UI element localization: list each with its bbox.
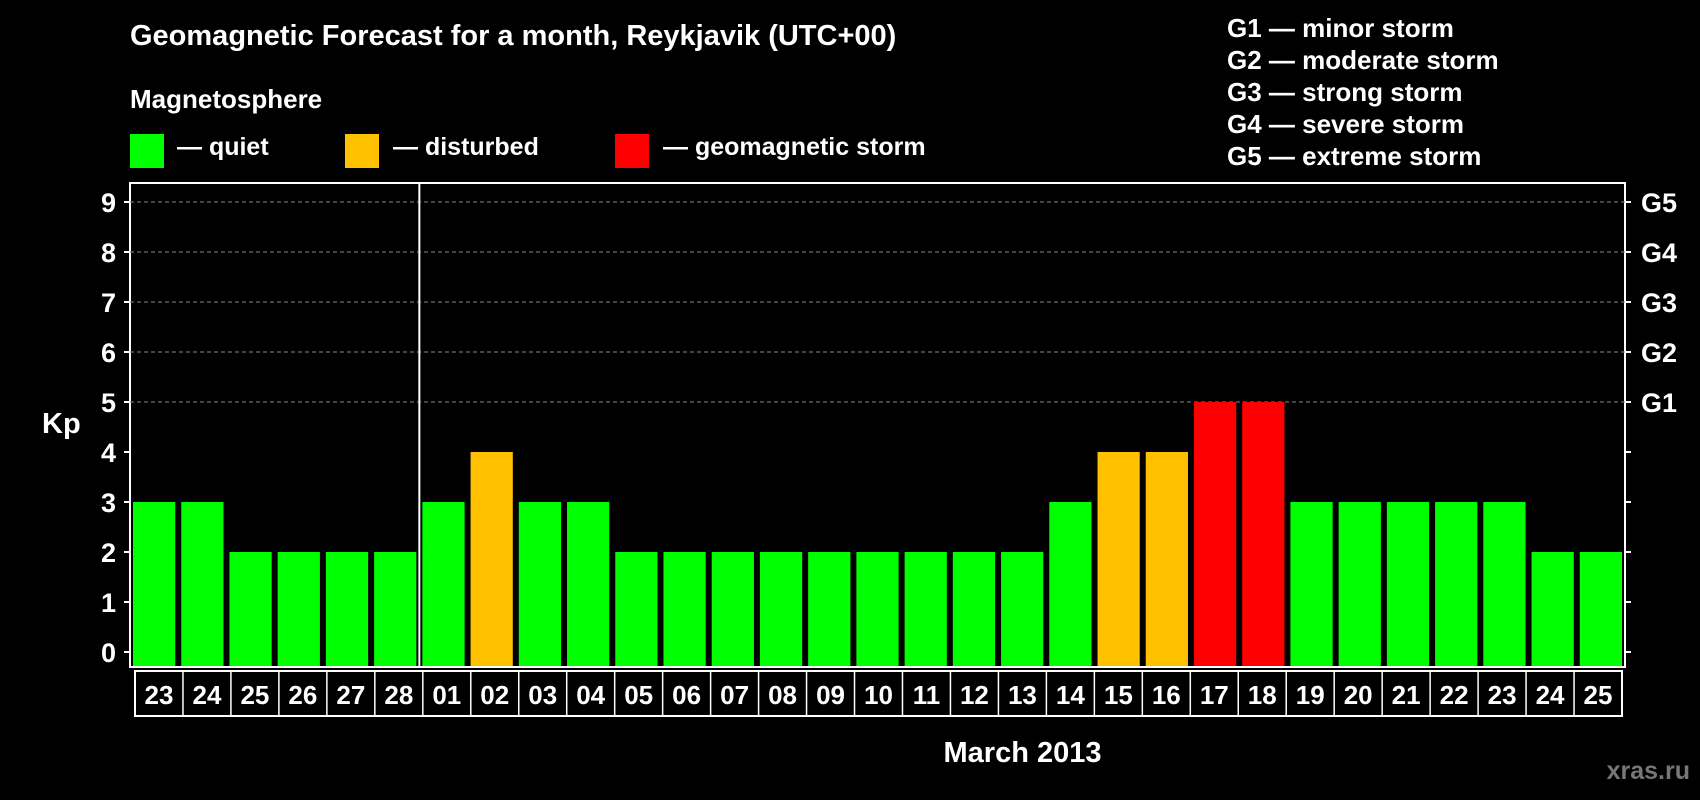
x-tick-label: 15 (1104, 680, 1133, 710)
x-tick-label: 25 (1584, 680, 1613, 710)
x-tick-label: 08 (768, 680, 797, 710)
g-axis-label: G4 (1641, 238, 1677, 268)
kp-bar (1579, 552, 1622, 666)
x-tick-label: 24 (1536, 680, 1565, 710)
x-tick-label: 23 (145, 680, 174, 710)
g-axis-label: G2 (1641, 338, 1677, 368)
y-tick-label: 1 (101, 588, 116, 618)
kp-bar (1242, 402, 1285, 666)
y-tick-label: 2 (101, 538, 116, 568)
x-tick-label: 04 (576, 680, 605, 710)
kp-bar (470, 452, 513, 666)
x-tick-label: 16 (1152, 680, 1181, 710)
g-axis-label: G3 (1641, 288, 1677, 318)
x-tick-label: 02 (480, 680, 509, 710)
x-tick-label: 24 (192, 680, 221, 710)
x-tick-label: 17 (1200, 680, 1229, 710)
kp-bar (808, 552, 851, 666)
kp-bar (1386, 502, 1430, 666)
kp-bar (1193, 402, 1237, 666)
x-tick-label: 10 (864, 680, 893, 710)
g-axis-label: G5 (1641, 188, 1677, 218)
y-tick-label: 5 (101, 388, 116, 418)
g-axis-label: G1 (1641, 388, 1677, 418)
kp-bar (181, 502, 224, 666)
kp-bar (1145, 452, 1188, 666)
y-tick-label: 7 (101, 288, 116, 318)
kp-bar (1097, 452, 1140, 666)
kp-bar (1049, 502, 1092, 666)
x-tick-label: 21 (1392, 680, 1421, 710)
y-tick-label: 4 (101, 438, 116, 468)
kp-bar-chart: 0123456789G1G2G3G4G523 24 25 26 27 28 01 02 03 04… (101, 182, 1677, 717)
x-tick-label: 09 (816, 680, 845, 710)
kp-bar (711, 552, 754, 666)
y-tick-label: 8 (101, 238, 116, 268)
kp-bar (952, 552, 996, 666)
x-tick-label: 26 (288, 680, 317, 710)
x-tick-label: 13 (1008, 680, 1037, 710)
y-tick-label: 3 (101, 488, 116, 518)
x-tick-label: 14 (1056, 680, 1085, 710)
x-tick-label: 06 (672, 680, 701, 710)
kp-bar (1483, 502, 1526, 666)
kp-bar (1001, 552, 1044, 666)
kp-bar (229, 552, 272, 666)
x-tick-label: 19 (1296, 680, 1325, 710)
kp-bar (325, 552, 369, 666)
x-tick-label: 28 (384, 680, 413, 710)
x-tick-label: 12 (960, 680, 989, 710)
kp-bar (422, 502, 465, 666)
x-tick-label: 27 (336, 680, 365, 710)
x-tick-label: 22 (1440, 680, 1469, 710)
kp-bar (663, 552, 706, 666)
x-tick-label: 07 (720, 680, 749, 710)
kp-bar (1531, 552, 1574, 666)
watermark: xras.ru (1606, 757, 1690, 785)
y-tick-label: 0 (101, 638, 116, 668)
x-tick-label: 18 (1248, 680, 1277, 710)
kp-bar (1338, 502, 1381, 666)
kp-bar (133, 502, 176, 666)
kp-bar (374, 552, 417, 666)
kp-bar (615, 552, 658, 666)
x-tick-label: 23 (1488, 680, 1517, 710)
x-tick-label: 03 (528, 680, 557, 710)
x-tick-label: 01 (432, 680, 461, 710)
kp-bar (856, 552, 899, 666)
kp-bar (904, 552, 947, 666)
x-tick-label: 25 (240, 680, 269, 710)
y-tick-label: 6 (101, 338, 116, 368)
kp-bar (567, 502, 610, 666)
kp-bar (1435, 502, 1478, 666)
kp-bar (518, 502, 562, 666)
kp-bar (1290, 502, 1333, 666)
x-tick-label: 05 (624, 680, 653, 710)
x-tick-label: 11 (913, 680, 941, 710)
kp-bar (759, 552, 803, 666)
y-tick-label: 9 (101, 188, 116, 218)
month-label: March 2013 (943, 737, 1102, 769)
x-tick-label: 20 (1344, 680, 1373, 710)
kp-bar (277, 552, 320, 666)
